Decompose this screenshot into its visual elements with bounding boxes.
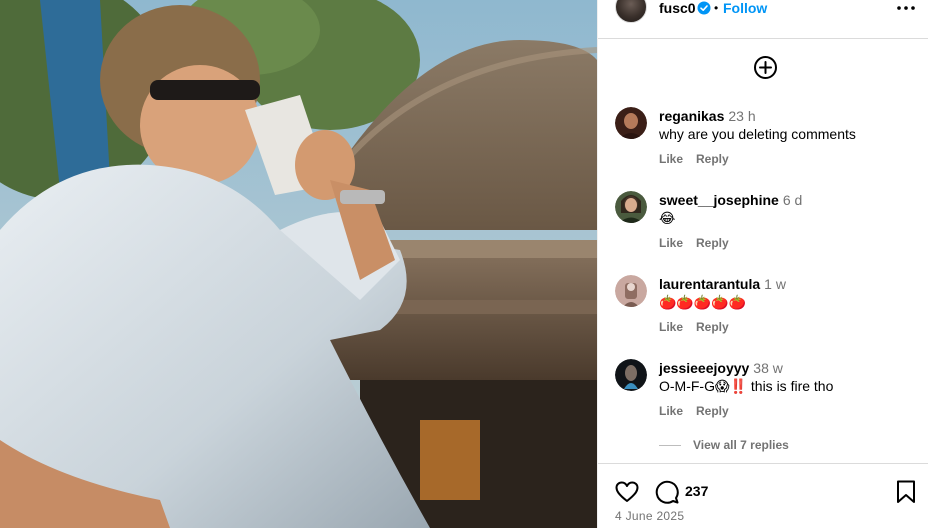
like-comment-button[interactable]: Like — [659, 320, 683, 334]
commenter-username[interactable]: jessieeejoyyy — [659, 360, 749, 376]
post-date: 4 June 2025 — [615, 509, 685, 523]
comment-text: why are you deleting comments — [659, 126, 856, 142]
add-comment-icon[interactable] — [753, 55, 778, 80]
comment-item: jessieeejoyyy 38 w O-M-F-G😱‼️ this is fir… — [598, 359, 928, 435]
commenter-username[interactable]: laurentarantula — [659, 276, 760, 292]
post-header: fusc0 • Follow — [598, 0, 928, 39]
commenter-avatar[interactable] — [615, 107, 647, 139]
comment-time: 23 h — [728, 108, 756, 124]
separator-dot: • — [714, 1, 719, 15]
comment-time: 1 w — [764, 276, 786, 292]
like-comment-button[interactable]: Like — [659, 404, 683, 418]
comments-pane: fusc0 • Follow reganikas 23 h why are you… — [597, 0, 928, 528]
comment-item: sweet__josephine 6 d 😂 Like Reply — [598, 191, 928, 267]
comment-count: 237 — [685, 483, 709, 499]
commenter-username[interactable]: sweet__josephine — [659, 192, 779, 208]
commenter-avatar[interactable] — [615, 275, 647, 307]
reply-button[interactable]: Reply — [696, 152, 729, 166]
post-actions: 237 4 June 2025 — [598, 463, 928, 528]
post-photo[interactable] — [0, 0, 597, 528]
author-username[interactable]: fusc0 — [659, 0, 696, 16]
replies-divider-line — [659, 445, 681, 446]
comment-text: 🍅🍅🍅🍅🍅 — [659, 294, 747, 310]
reply-button[interactable]: Reply — [696, 404, 729, 418]
heart-icon[interactable] — [614, 479, 640, 505]
comment-icon[interactable] — [654, 479, 680, 505]
comment-item: reganikas 23 h why are you deleting comme… — [598, 107, 928, 183]
like-comment-button[interactable]: Like — [659, 152, 683, 166]
comment-time: 38 w — [753, 360, 783, 376]
commenter-username[interactable]: reganikas — [659, 108, 724, 124]
author-avatar[interactable] — [615, 0, 647, 23]
more-options-icon[interactable] — [894, 0, 918, 16]
bookmark-icon[interactable] — [894, 479, 918, 505]
like-comment-button[interactable]: Like — [659, 236, 683, 250]
reply-button[interactable]: Reply — [696, 236, 729, 250]
post-photo-illustration — [0, 0, 597, 528]
commenter-avatar[interactable] — [615, 359, 647, 391]
comment-text: 😂 — [659, 210, 676, 226]
view-replies-button[interactable]: View all 7 replies — [693, 437, 789, 453]
comment-time: 6 d — [782, 192, 803, 208]
comment-item: laurentarantula 1 w 🍅🍅🍅🍅🍅 Like Reply — [598, 275, 928, 351]
comment-text: O-M-F-G😱‼️ this is fire tho — [659, 378, 834, 394]
follow-button[interactable]: Follow — [723, 0, 767, 16]
verified-badge-icon — [697, 1, 711, 15]
commenter-avatar[interactable] — [615, 191, 647, 223]
reply-button[interactable]: Reply — [696, 320, 729, 334]
